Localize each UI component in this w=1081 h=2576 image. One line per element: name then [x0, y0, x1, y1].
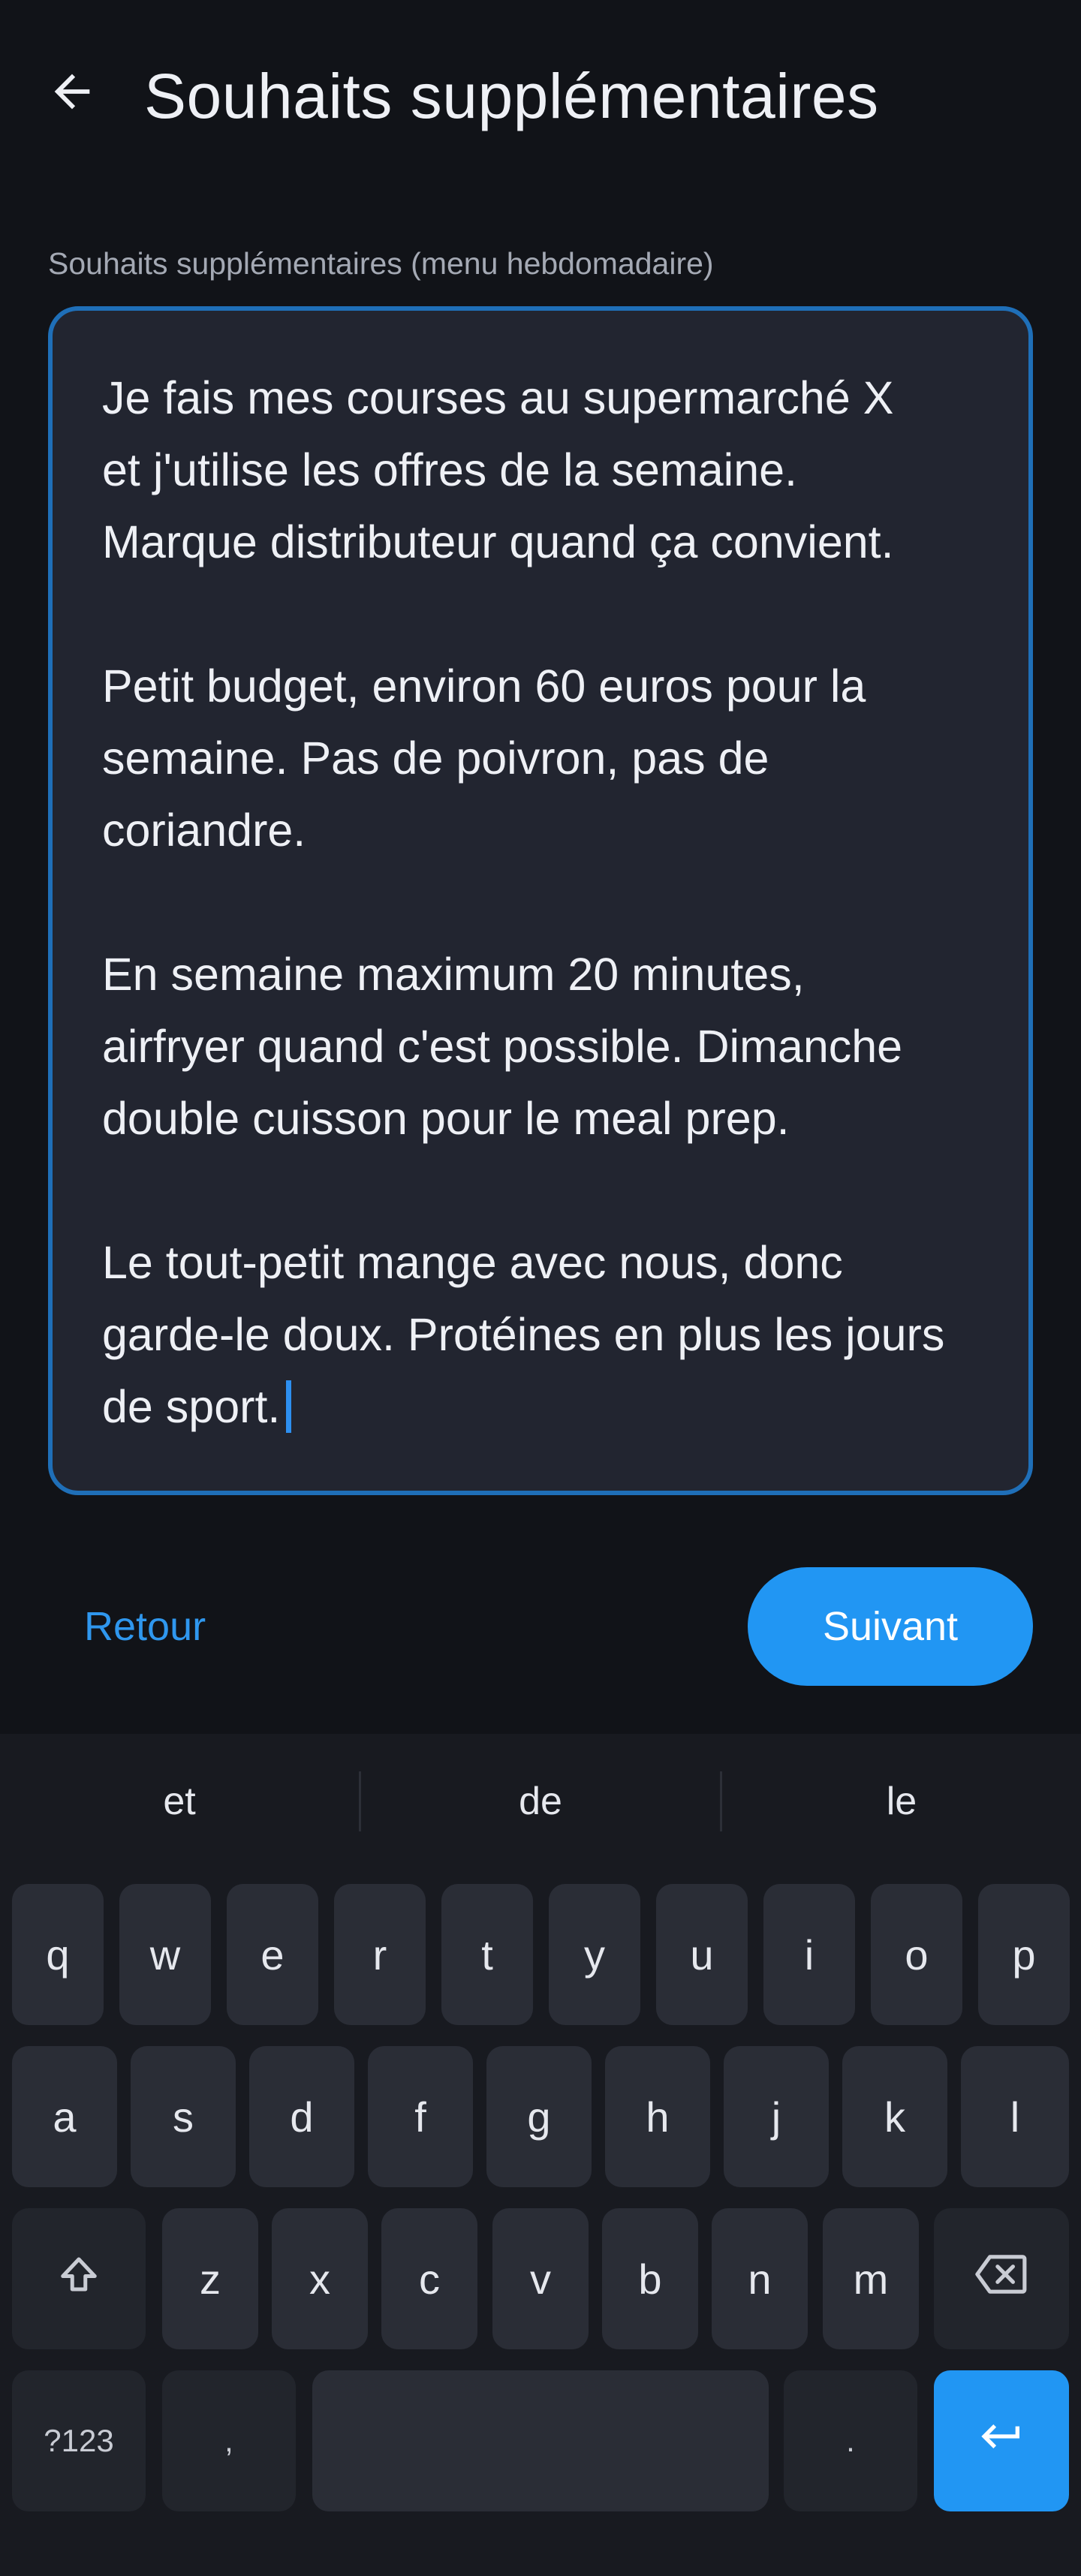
key-o[interactable]: o: [871, 1884, 962, 2025]
key-u[interactable]: u: [656, 1884, 748, 2025]
suggestion-item[interactable]: le: [722, 1734, 1081, 1869]
key-d[interactable]: d: [249, 2046, 354, 2187]
key-y[interactable]: y: [549, 1884, 640, 2025]
comma-key[interactable]: ,: [162, 2370, 296, 2511]
suggestion-item[interactable]: et: [0, 1734, 359, 1869]
key-z[interactable]: z: [162, 2208, 258, 2349]
key-c[interactable]: c: [381, 2208, 477, 2349]
key-g[interactable]: g: [486, 2046, 592, 2187]
app-screen: Souhaits supplémentaires Souhaits supplé…: [0, 0, 1081, 2576]
key-v[interactable]: v: [492, 2208, 589, 2349]
backspace-icon: [974, 2252, 1028, 2307]
page-title: Souhaits supplémentaires: [144, 61, 879, 131]
wishes-textarea[interactable]: Je fais mes courses au supermarché X et …: [48, 306, 1033, 1495]
text-cursor: [286, 1380, 292, 1433]
shift-icon: [56, 2252, 101, 2307]
suggestion-strip: et de le: [0, 1734, 1081, 1869]
symbols-key[interactable]: ?123: [12, 2370, 146, 2511]
key-w[interactable]: w: [119, 1884, 211, 2025]
back-button[interactable]: [38, 59, 107, 128]
next-button[interactable]: Suivant: [748, 1567, 1033, 1686]
key-x[interactable]: x: [272, 2208, 368, 2349]
field-label: Souhaits supplémentaires (menu hebdomada…: [48, 246, 714, 281]
key-a[interactable]: a: [12, 2046, 117, 2187]
shift-key[interactable]: [12, 2208, 146, 2349]
period-key[interactable]: .: [784, 2370, 917, 2511]
key-i[interactable]: i: [763, 1884, 855, 2025]
key-k[interactable]: k: [842, 2046, 947, 2187]
key-r[interactable]: r: [334, 1884, 426, 2025]
key-t[interactable]: t: [441, 1884, 533, 2025]
suggestion-item[interactable]: de: [361, 1734, 720, 1869]
key-m[interactable]: m: [823, 2208, 919, 2349]
enter-icon: [977, 2412, 1025, 2470]
key-q[interactable]: q: [12, 1884, 104, 2025]
key-p[interactable]: p: [978, 1884, 1070, 2025]
key-l[interactable]: l: [961, 2046, 1069, 2187]
key-f[interactable]: f: [368, 2046, 473, 2187]
on-screen-keyboard: et de le q w e r t y u i o p a s d f g h…: [0, 1734, 1081, 2576]
key-j[interactable]: j: [724, 2046, 829, 2187]
top-app-bar: Souhaits supplémentaires: [0, 0, 1081, 195]
space-key[interactable]: [312, 2370, 769, 2511]
back-text-button[interactable]: Retour: [59, 1591, 231, 1662]
key-e[interactable]: e: [227, 1884, 318, 2025]
key-s[interactable]: s: [131, 2046, 236, 2187]
arrow-left-icon: [46, 65, 98, 122]
enter-key[interactable]: [934, 2370, 1069, 2511]
key-h[interactable]: h: [605, 2046, 710, 2187]
key-n[interactable]: n: [712, 2208, 808, 2349]
key-b[interactable]: b: [602, 2208, 698, 2349]
backspace-key[interactable]: [934, 2208, 1069, 2349]
textarea-value: Je fais mes courses au supermarché X et …: [102, 372, 945, 1432]
